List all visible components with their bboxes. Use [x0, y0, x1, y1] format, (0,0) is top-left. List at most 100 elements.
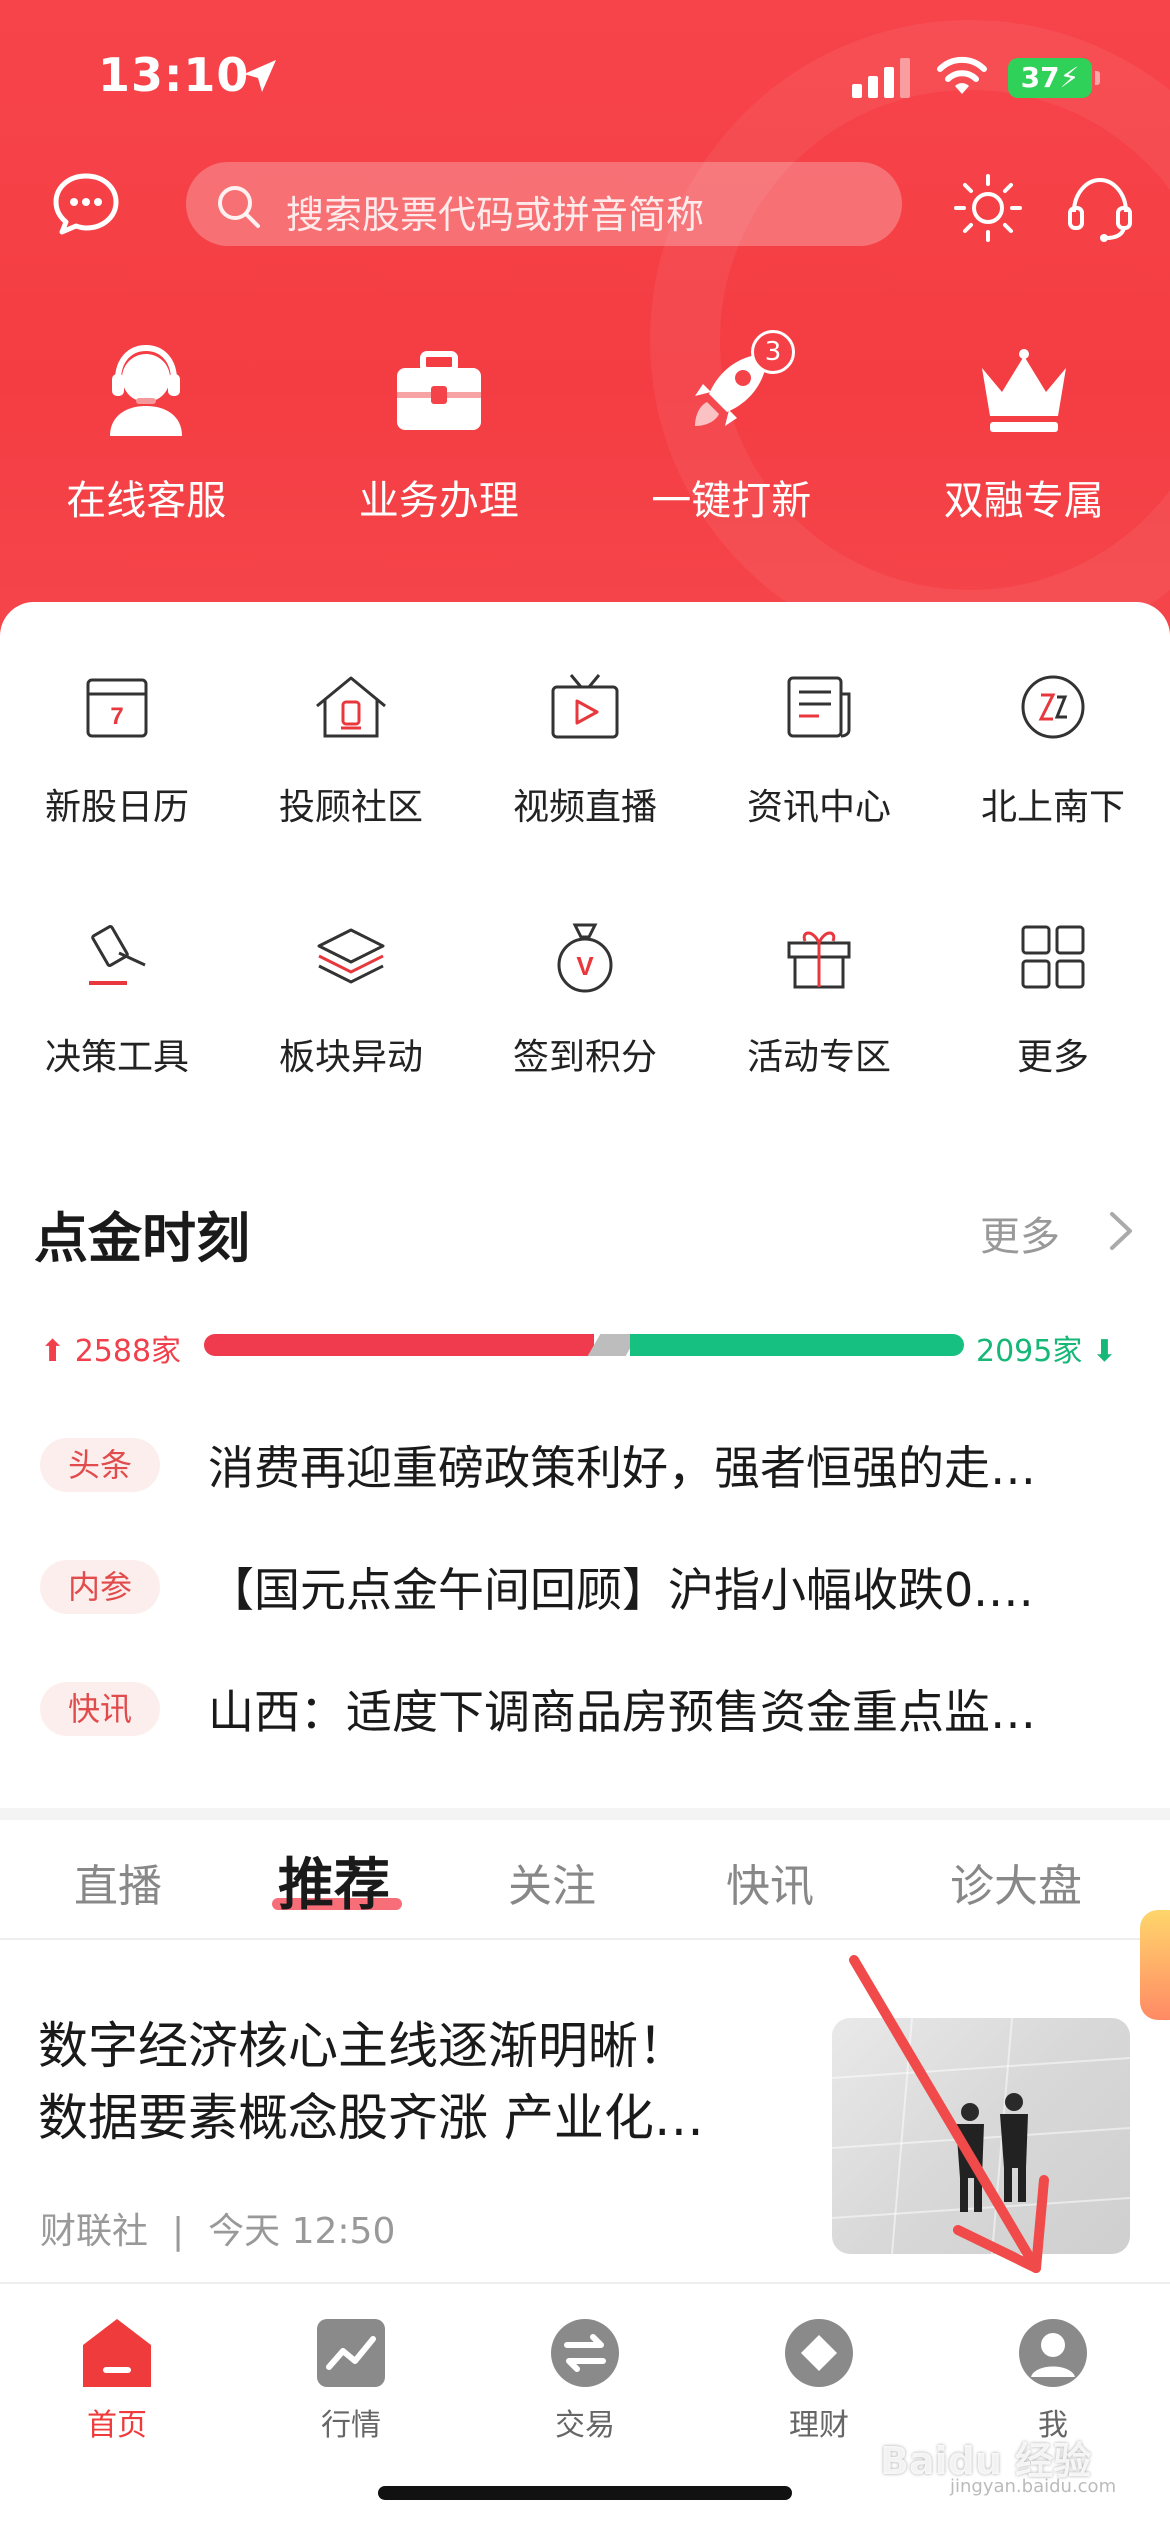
quick-ipo-subscribe[interactable]: 3 一键打新	[585, 320, 878, 540]
grid-item-events[interactable]: 活动专区	[702, 912, 936, 1162]
tab-diagnose-market[interactable]: 诊大盘	[950, 1850, 1082, 1914]
quick-margin-exclusive[interactable]: 双融专属	[878, 320, 1170, 540]
profile-icon	[1019, 2319, 1087, 2387]
quick-label: 在线客服	[66, 478, 227, 524]
tv-play-icon	[551, 674, 619, 739]
article-title: 数字经济核心主线逐渐明晰！ 数据要素概念股齐涨 产业化…	[38, 2010, 808, 2154]
nav-profile[interactable]: 我	[936, 2312, 1170, 2444]
grid-item-video-live[interactable]: 视频直播	[468, 662, 702, 912]
tab-recommend[interactable]: 推荐	[278, 1840, 390, 1921]
meta-separator: |	[172, 2211, 185, 2252]
grid-label: 资讯中心	[746, 787, 891, 828]
more-link[interactable]: 更多	[980, 1204, 1060, 1262]
tab-follow[interactable]: 关注	[508, 1850, 596, 1914]
community-house-icon	[316, 676, 386, 738]
grid-item-decision-tools[interactable]: 决策工具	[0, 912, 234, 1162]
gift-icon	[787, 931, 851, 989]
briefcase-icon	[396, 351, 481, 430]
quick-label: 业务办理	[358, 478, 519, 524]
feed-tabs: 直播 推荐 关注 快讯 诊大盘	[0, 1820, 1170, 1940]
article-title-line2: 数据要素概念股齐涨 产业化…	[38, 2089, 704, 2147]
layers-icon	[317, 928, 385, 984]
grid-label: 板块异动	[278, 1037, 423, 1078]
header: 13:10 37⚡ 搜索股票代码或拼音简称 在线客服 业务办理 3 一键打新 双…	[0, 0, 1170, 640]
news-doc-icon	[787, 676, 851, 738]
quick-actions: 在线客服 业务办理 3 一键打新 双融专属	[0, 320, 1170, 540]
news-tag: 内参	[40, 1560, 160, 1614]
quick-label: 一键打新	[651, 478, 812, 524]
news-tag: 快讯	[40, 1682, 160, 1736]
search-icon	[218, 186, 260, 228]
news-headline: 【国元点金午间回顾】沪指小幅收跌0.…	[208, 1563, 1034, 1617]
decliners-text: 2095家	[976, 1334, 1083, 1369]
nav-wealth[interactable]: 理财	[702, 2312, 936, 2444]
cellular-signal-icon	[852, 58, 910, 98]
nav-market[interactable]: 行情	[234, 2312, 468, 2444]
nav-trade[interactable]: 交易	[468, 2312, 702, 2444]
section-title: 点金时刻	[34, 1207, 250, 1270]
home-icon	[83, 2319, 151, 2387]
news-list: 头条 消费再迎重磅政策利好，强者恒强的走… 内参 【国元点金午间回顾】沪指小幅收…	[0, 1422, 1170, 1788]
advancers-text: 2588家	[74, 1334, 182, 1369]
wifi-icon	[937, 56, 987, 94]
news-item[interactable]: 快讯 山西：适度下调商品房预售资金重点监…	[0, 1666, 1170, 1788]
wealth-icon	[785, 2319, 853, 2387]
calendar-day-text: 7	[110, 703, 123, 730]
grid-label: 北上南下	[980, 787, 1125, 828]
nav-home[interactable]: 首页	[0, 2312, 234, 2444]
quick-online-service[interactable]: 在线客服	[0, 320, 293, 540]
trade-exchange-icon	[551, 2319, 619, 2387]
feature-grid-row: 7 新股日历 投顾社区 视频直播 资讯中心 北上南下	[0, 662, 1170, 912]
news-headline: 山西：适度下调商品房预售资金重点监…	[208, 1685, 1036, 1739]
status-bar: 13:10 37⚡	[0, 0, 1170, 150]
grid-label: 决策工具	[44, 1037, 189, 1078]
golden-moment-header: 点金时刻 更多	[0, 1182, 1170, 1282]
grid-item-ipo-calendar[interactable]: 7 新股日历	[0, 662, 234, 912]
market-chart-icon	[317, 2319, 385, 2387]
home-indicator	[378, 2486, 792, 2500]
calendar-icon: 7	[86, 678, 148, 738]
location-arrow-icon	[244, 60, 276, 92]
tab-live[interactable]: 直播	[74, 1850, 162, 1914]
grid-item-advisor-community[interactable]: 投顾社区	[234, 662, 468, 912]
article-title-line1: 数字经济核心主线逐渐明晰！	[38, 2017, 688, 2075]
decliners-count: 2095家 ⬇	[976, 1334, 1118, 1369]
grid-label: 视频直播	[512, 787, 657, 828]
gavel-icon	[89, 925, 146, 985]
grid-label: 投顾社区	[278, 787, 423, 828]
message-bubble-icon[interactable]	[52, 172, 120, 236]
news-tag: 头条	[40, 1438, 160, 1492]
decliners-bar	[630, 1334, 964, 1356]
main-card: 7 新股日历 投顾社区 视频直播 资讯中心 北上南下 决策工具 板块异动 V 签…	[0, 602, 1170, 1822]
floating-widget-edge[interactable]	[1140, 1910, 1170, 2020]
annotation-arrow-icon	[849, 1955, 1049, 2273]
news-item[interactable]: 头条 消费再迎重磅政策利好，强者恒强的走…	[0, 1422, 1170, 1544]
grid-label: 新股日历	[44, 787, 189, 828]
north-south-icon	[1021, 675, 1085, 739]
chevron-right-icon[interactable]	[1106, 1208, 1136, 1254]
advancers-count: ⬆ 2588家	[40, 1334, 182, 1369]
tab-flash[interactable]: 快讯	[726, 1850, 814, 1914]
crown-icon	[981, 349, 1066, 432]
customer-service-icon	[110, 344, 183, 436]
market-breadth: ⬆ 2588家 2095家 ⬇	[0, 1322, 1170, 1372]
feature-grid: 7 新股日历 投顾社区 视频直播 资讯中心 北上南下 决策工具 板块异动 V 签…	[0, 662, 1170, 1162]
grid-item-news-center[interactable]: 资讯中心	[702, 662, 936, 912]
grid-item-north-south[interactable]: 北上南下	[936, 662, 1170, 912]
grid-item-sector-moves[interactable]: 板块异动	[234, 912, 468, 1162]
ipo-count-badge: 3	[751, 330, 795, 374]
grid-item-checkin-points[interactable]: V 签到积分	[468, 912, 702, 1162]
news-item[interactable]: 内参 【国元点金午间回顾】沪指小幅收跌0.…	[0, 1544, 1170, 1666]
headset-support-icon[interactable]	[1064, 172, 1136, 244]
article-time: 今天 12:50	[208, 2211, 396, 2252]
feature-grid-row: 决策工具 板块异动 V 签到积分 活动专区 更多	[0, 912, 1170, 1162]
grid-label: 签到积分	[512, 1037, 657, 1078]
article-meta: 财联社 | 今天 12:50	[40, 2202, 395, 2254]
grid-item-more[interactable]: 更多	[936, 912, 1170, 1162]
quick-label: 双融专属	[943, 478, 1104, 524]
top-toolbar: 搜索股票代码或拼音简称	[0, 160, 1170, 250]
search-bar[interactable]: 搜索股票代码或拼音简称	[186, 162, 902, 246]
sun-theme-icon[interactable]	[952, 172, 1024, 244]
quick-business[interactable]: 业务办理	[293, 320, 586, 540]
search-placeholder: 搜索股票代码或拼音简称	[286, 193, 705, 237]
